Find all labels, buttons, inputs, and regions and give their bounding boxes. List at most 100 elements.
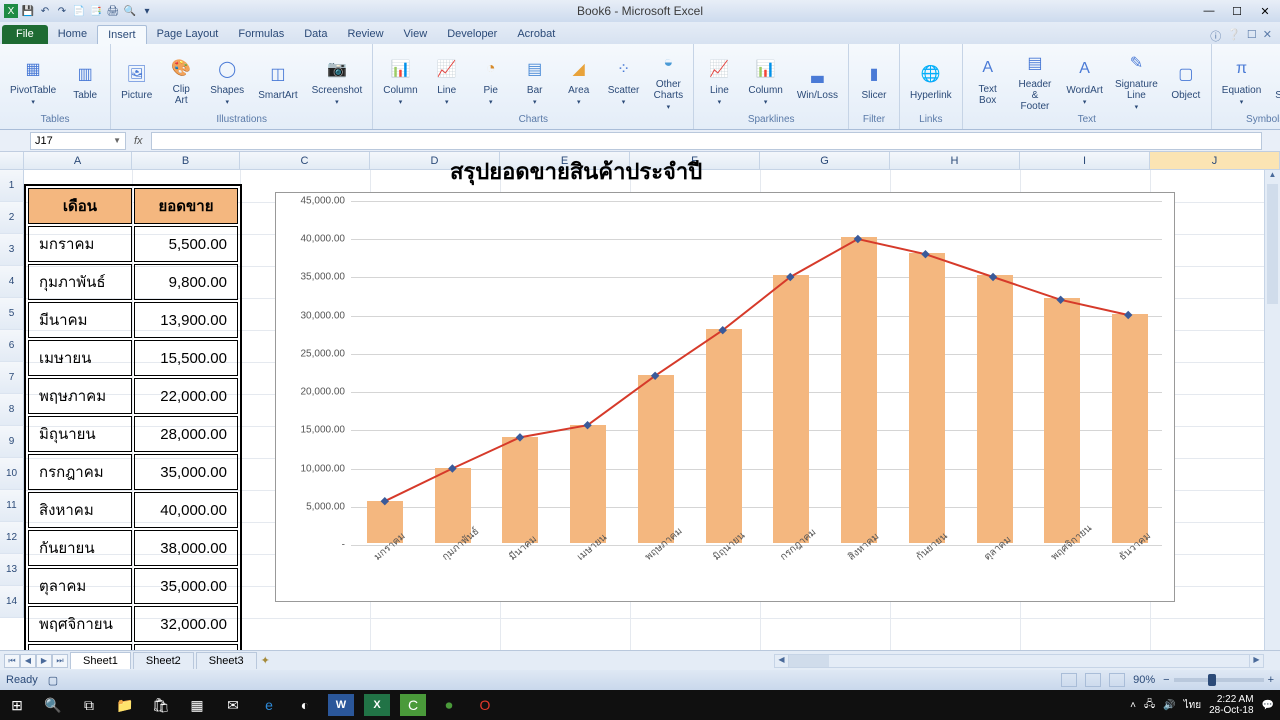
column-header[interactable]: A bbox=[24, 152, 132, 169]
macro-record-icon[interactable]: ▢ bbox=[48, 674, 58, 687]
tab-view[interactable]: View bbox=[394, 25, 438, 44]
row-header[interactable]: 14 bbox=[0, 586, 24, 618]
taskbar-edge[interactable]: e bbox=[256, 694, 282, 716]
row-header[interactable]: 3 bbox=[0, 234, 24, 266]
pie-button[interactable]: ◔Pie▾ bbox=[472, 53, 510, 108]
row-header[interactable]: 7 bbox=[0, 362, 24, 394]
symbol-button[interactable]: ΩSymbol bbox=[1271, 58, 1280, 103]
scatter-button[interactable]: ⁘Scatter▾ bbox=[604, 53, 644, 108]
line-button[interactable]: 📈Line▾ bbox=[700, 53, 738, 108]
tab-home[interactable]: Home bbox=[48, 25, 97, 44]
qat-more-icon[interactable]: ▾ bbox=[140, 4, 154, 18]
row-header[interactable]: 10 bbox=[0, 458, 24, 490]
taskbar-app[interactable]: 🛍 bbox=[148, 694, 174, 716]
tab-insert[interactable]: Insert bbox=[97, 25, 147, 44]
system-clock[interactable]: 2:22 AM 28-Oct-18 bbox=[1209, 694, 1253, 716]
signature-line-button[interactable]: ✎SignatureLine▾ bbox=[1112, 47, 1161, 113]
column-header[interactable]: H bbox=[890, 152, 1020, 169]
sheet-tab[interactable]: Sheet1 bbox=[70, 652, 131, 669]
zoom-level[interactable]: 90% bbox=[1133, 674, 1155, 686]
tray-lang[interactable]: ไทย bbox=[1184, 698, 1201, 713]
row-header[interactable]: 2 bbox=[0, 202, 24, 234]
taskbar-chrome[interactable]: ◐ bbox=[292, 694, 318, 716]
undo-icon[interactable]: ↶ bbox=[38, 4, 52, 18]
other-charts-button[interactable]: ◒OtherCharts▾ bbox=[649, 47, 687, 113]
column-header[interactable]: I bbox=[1020, 152, 1150, 169]
area-button[interactable]: ◢Area▾ bbox=[560, 53, 598, 108]
ribbon-close-icon[interactable]: ✕ bbox=[1263, 28, 1272, 44]
help-icon[interactable]: ❔ bbox=[1227, 28, 1241, 44]
row-header[interactable]: 9 bbox=[0, 426, 24, 458]
redo-icon[interactable]: ↷ bbox=[55, 4, 69, 18]
zoom-in-icon[interactable]: + bbox=[1268, 674, 1274, 686]
next-sheet-icon[interactable]: ▶ bbox=[36, 654, 52, 668]
qat-item[interactable]: 🔍 bbox=[123, 4, 137, 18]
fx-icon[interactable]: fx bbox=[134, 135, 143, 147]
row-header[interactable]: 11 bbox=[0, 490, 24, 522]
task-view-icon[interactable]: ⧉ bbox=[76, 694, 102, 716]
worksheet-grid[interactable]: ABCDEFGHIJ 1234567891011121314 ▲ สรุปยอด… bbox=[0, 152, 1280, 650]
last-sheet-icon[interactable]: ⏭ bbox=[52, 654, 68, 668]
tray-up-icon[interactable]: ˄ bbox=[1130, 700, 1136, 711]
prev-sheet-icon[interactable]: ◀ bbox=[20, 654, 36, 668]
normal-view-button[interactable] bbox=[1061, 673, 1077, 687]
row-header[interactable]: 12 bbox=[0, 522, 24, 554]
object-button[interactable]: ▢Object bbox=[1167, 58, 1205, 103]
tray-volume-icon[interactable]: 🔊 bbox=[1163, 700, 1175, 711]
sheet-tab[interactable]: Sheet3 bbox=[196, 652, 257, 669]
header-footer-button[interactable]: ▤Header& Footer bbox=[1013, 47, 1058, 114]
page-break-view-button[interactable] bbox=[1109, 673, 1125, 687]
column-header[interactable]: C bbox=[240, 152, 370, 169]
embedded-chart[interactable]: -5,000.0010,000.0015,000.0020,000.0025,0… bbox=[275, 192, 1175, 602]
row-header[interactable]: 1 bbox=[0, 170, 24, 202]
win-loss-button[interactable]: ▃Win/Loss bbox=[793, 58, 842, 103]
close-button[interactable]: ✕ bbox=[1252, 3, 1278, 19]
vertical-scrollbar[interactable]: ▲ bbox=[1264, 170, 1280, 650]
horizontal-scrollbar[interactable]: ◀▶ bbox=[774, 654, 1264, 668]
tab-formulas[interactable]: Formulas bbox=[228, 25, 294, 44]
pivottable-button[interactable]: ▦PivotTable▾ bbox=[6, 53, 60, 108]
tab-data[interactable]: Data bbox=[294, 25, 337, 44]
window-options-icon[interactable]: ☐ bbox=[1247, 28, 1257, 44]
column-button[interactable]: 📊Column▾ bbox=[744, 53, 786, 108]
table-button[interactable]: ▥Table bbox=[66, 58, 104, 103]
row-header[interactable]: 13 bbox=[0, 554, 24, 586]
wordart-button[interactable]: AWordArt▾ bbox=[1063, 53, 1106, 108]
bar-button[interactable]: ▤Bar▾ bbox=[516, 53, 554, 108]
name-box[interactable]: J17 ▼ bbox=[30, 132, 126, 150]
first-sheet-icon[interactable]: ⏮ bbox=[4, 654, 20, 668]
minimize-ribbon-icon[interactable]: ⓘ bbox=[1210, 28, 1221, 44]
hyperlink-button[interactable]: 🌐Hyperlink bbox=[906, 58, 956, 103]
taskbar-app[interactable]: ⏺ bbox=[436, 694, 462, 716]
zoom-out-icon[interactable]: − bbox=[1163, 674, 1169, 686]
line-button[interactable]: 📈Line▾ bbox=[428, 53, 466, 108]
search-icon[interactable]: 🔍 bbox=[40, 694, 66, 716]
maximize-button[interactable]: ☐ bbox=[1224, 3, 1250, 19]
screenshot-button[interactable]: 📷Screenshot▾ bbox=[308, 53, 367, 108]
tab-page-layout[interactable]: Page Layout bbox=[147, 25, 229, 44]
qat-item[interactable]: 🖨 bbox=[106, 4, 120, 18]
shapes-button[interactable]: ◯Shapes▾ bbox=[206, 53, 248, 108]
column-header[interactable]: B bbox=[132, 152, 240, 169]
row-header[interactable]: 6 bbox=[0, 330, 24, 362]
row-header[interactable]: 5 bbox=[0, 298, 24, 330]
taskbar-app[interactable]: C bbox=[400, 694, 426, 716]
formula-input[interactable] bbox=[151, 132, 1262, 150]
chevron-down-icon[interactable]: ▼ bbox=[113, 136, 121, 145]
save-icon[interactable]: 💾 bbox=[21, 4, 35, 18]
column-header[interactable]: G bbox=[760, 152, 890, 169]
column-header[interactable]: J bbox=[1150, 152, 1280, 169]
picture-button[interactable]: 🖼Picture bbox=[117, 58, 156, 103]
notifications-icon[interactable]: 💬 bbox=[1262, 700, 1274, 711]
new-sheet-icon[interactable]: ✦ bbox=[261, 654, 270, 667]
taskbar-word[interactable]: W bbox=[328, 694, 354, 716]
clip-art-button[interactable]: 🎨ClipArt bbox=[162, 52, 200, 108]
taskbar-app[interactable]: 📁 bbox=[112, 694, 138, 716]
tab-file[interactable]: File bbox=[2, 25, 48, 44]
select-all-corner[interactable] bbox=[0, 152, 24, 169]
taskbar-opera[interactable]: O bbox=[472, 694, 498, 716]
page-layout-view-button[interactable] bbox=[1085, 673, 1101, 687]
text-box-button[interactable]: ATextBox bbox=[969, 52, 1007, 108]
minimize-button[interactable]: — bbox=[1196, 3, 1222, 19]
row-header[interactable]: 8 bbox=[0, 394, 24, 426]
